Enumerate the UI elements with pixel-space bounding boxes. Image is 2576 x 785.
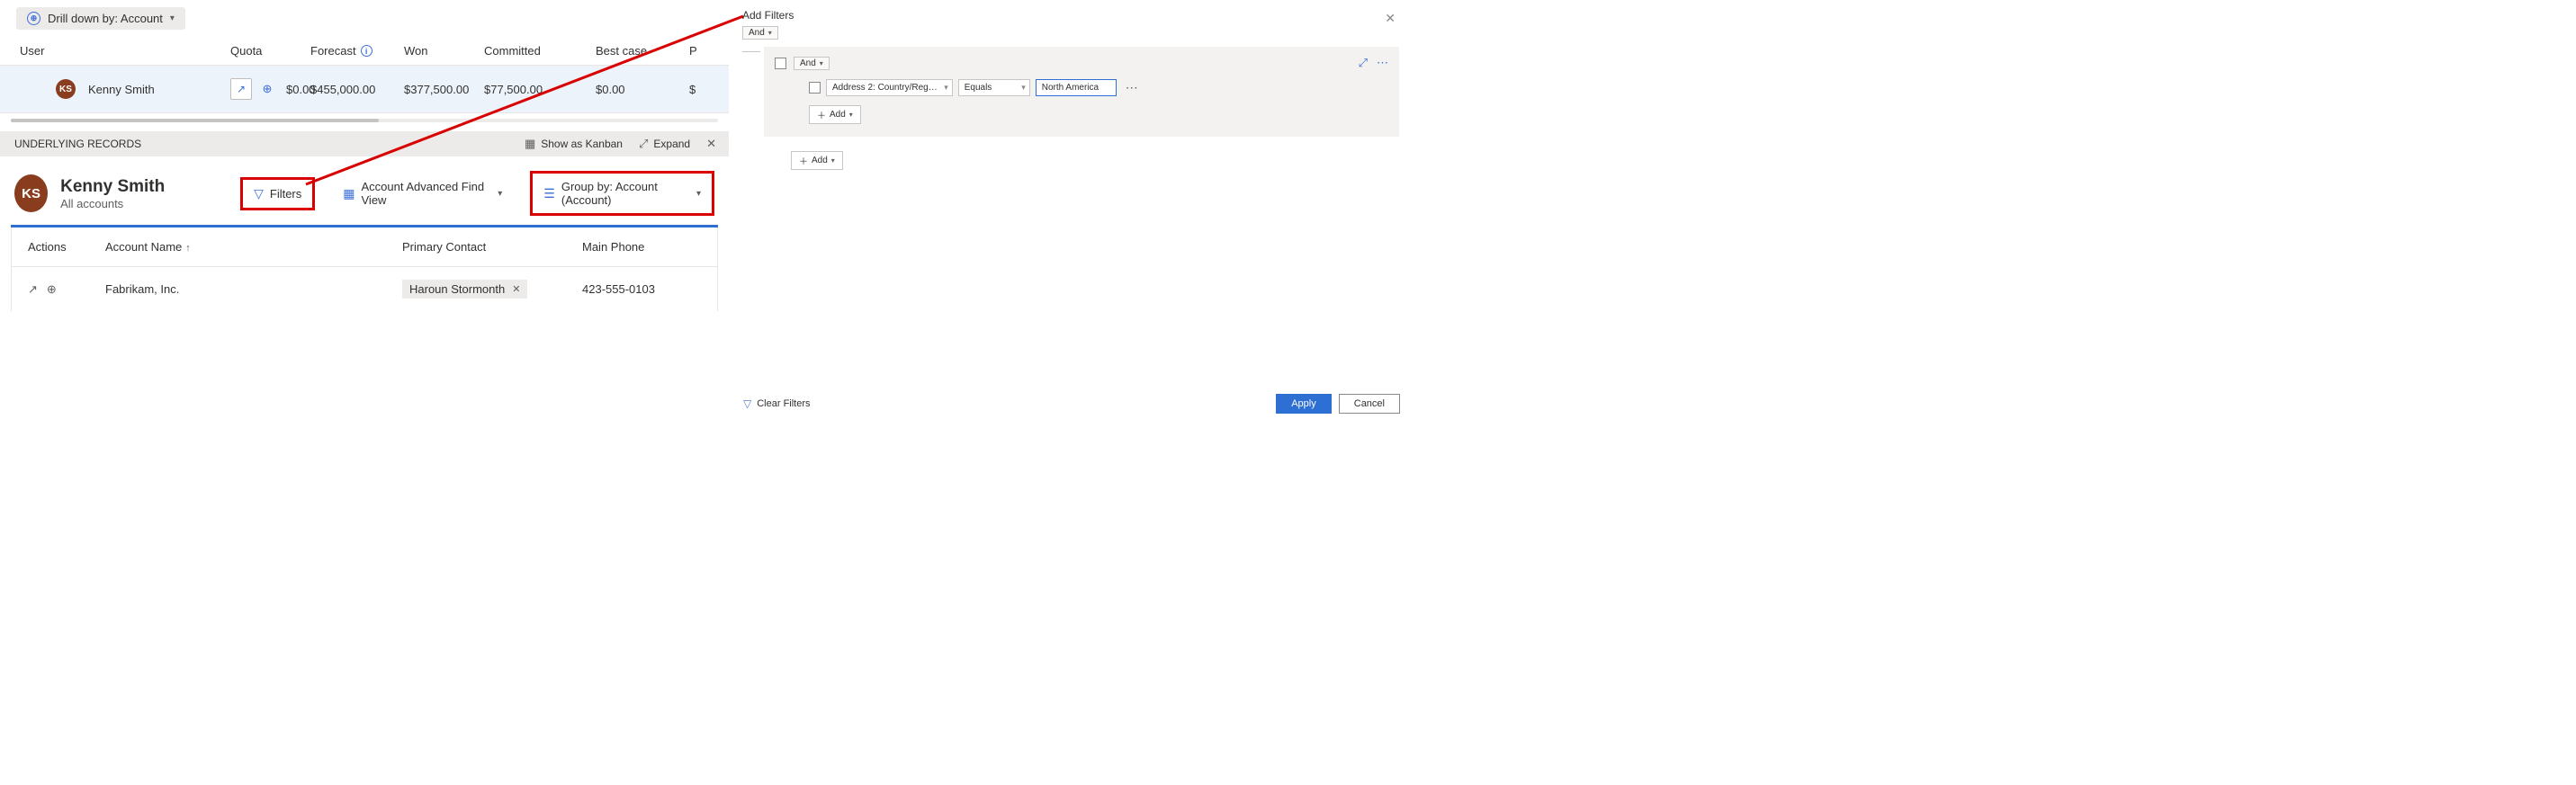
chevron-down-icon: ▾ [944, 83, 948, 93]
group-and-selector[interactable]: And ▾ [794, 57, 830, 70]
root-and-selector[interactable]: And ▾ [742, 26, 778, 40]
group-by-selector[interactable]: ☰ Group by: Account (Account) ▾ [530, 171, 714, 216]
filter-condition-row: Address 2: Country/Reg… ▾ Equals ▾ North… [809, 79, 1388, 96]
underlying-records-bar: UNDERLYING RECORDS ▦ Show as Kanban ⤢ Ex… [0, 131, 729, 156]
panel-footer: ▽ Clear Filters Apply Cancel [743, 394, 1400, 414]
grid-icon: ▦ [343, 186, 355, 201]
show-as-kanban-button[interactable]: ▦ Show as Kanban [525, 137, 623, 151]
drilldown-chip[interactable]: ⊕ Drill down by: Account ▾ [16, 7, 185, 30]
target-icon: ⊕ [27, 12, 40, 25]
th-phone[interactable]: Main Phone [582, 240, 744, 254]
forecast-grid-header: User Quota Forecast i Won Committed Best… [0, 37, 729, 65]
filter-icon: ▽ [254, 186, 264, 201]
underlying-title: UNDERLYING RECORDS [14, 138, 141, 150]
chevron-down-icon: ▾ [849, 111, 853, 119]
field-selector[interactable]: Address 2: Country/Reg… ▾ [826, 79, 953, 96]
col-bestcase: Best case [596, 44, 686, 58]
row-action-icons: ↗ ⊕ [28, 282, 105, 297]
col-committed: Committed [484, 44, 592, 58]
filters-button[interactable]: ▽ Filters [240, 177, 315, 210]
chevron-down-icon: ▾ [498, 189, 502, 199]
condition-checkbox[interactable] [809, 82, 821, 94]
panel-title: Add Filters [742, 9, 1399, 22]
add-condition-button[interactable]: ＋ Add ▾ [809, 105, 861, 124]
detail-name: Kenny Smith [60, 177, 222, 197]
scrollbar-thumb[interactable] [11, 119, 379, 122]
avatar: KS [56, 79, 76, 99]
drilldown-label: Drill down by: Account [48, 12, 163, 25]
cell-forecast: $455,000.00 [310, 83, 400, 96]
contact-pill[interactable]: Haroun Stormonth ✕ [402, 280, 527, 299]
plus-icon: ＋ [817, 108, 826, 121]
info-icon[interactable]: i [361, 45, 372, 57]
plus-icon: ＋ [799, 154, 808, 167]
forecast-row[interactable]: KS Kenny Smith ↗ ⊕ $0.00 $455,000.00 $37… [0, 65, 729, 113]
view-selector[interactable]: ▦ Account Advanced Find View ▾ [331, 173, 514, 214]
th-actions: Actions [28, 240, 105, 254]
share-icon[interactable]: ↗ [230, 78, 252, 100]
col-pipeline: P [689, 44, 716, 58]
col-forecast: Forecast i [310, 44, 400, 58]
detail-header: KS Kenny Smith All accounts ▽ Filters ▦ … [0, 156, 729, 225]
target-row-icon[interactable]: ⊕ [257, 79, 277, 99]
sort-asc-icon: ↑ [185, 243, 191, 254]
kanban-icon: ▦ [525, 137, 535, 151]
expand-button[interactable]: ⤢ Expand [639, 137, 690, 151]
cell-won: $377,500.00 [404, 83, 480, 96]
operator-selector[interactable]: Equals ▾ [958, 79, 1030, 96]
col-won: Won [404, 44, 480, 58]
chevron-down-icon: ▾ [820, 59, 823, 67]
row-actions: ↗ ⊕ $0.00 [230, 78, 316, 100]
connector-line [742, 51, 760, 52]
expand-icon: ⤢ [639, 137, 648, 151]
col-quota: Quota [230, 44, 307, 58]
user-name: Kenny Smith [88, 83, 155, 96]
add-icon[interactable]: ⊕ [47, 282, 57, 297]
cell-account: Fabrikam, Inc. [105, 282, 402, 296]
value-input[interactable]: North America [1036, 79, 1117, 96]
user-cell: KS Kenny Smith [20, 79, 227, 99]
records-table-row[interactable]: ↗ ⊕ Fabrikam, Inc. Haroun Stormonth ✕ 42… [11, 267, 718, 311]
collapse-icon[interactable]: ⤢ [1359, 56, 1368, 70]
close-icon[interactable]: ✕ [706, 137, 716, 151]
detail-subtitle: All accounts [60, 197, 222, 210]
apply-button[interactable]: Apply [1276, 394, 1332, 414]
detail-title-block: Kenny Smith All accounts [60, 177, 222, 210]
chevron-down-icon: ▾ [170, 13, 175, 23]
detail-avatar: KS [14, 174, 48, 212]
chevron-down-icon: ▾ [831, 156, 835, 165]
cancel-button[interactable]: Cancel [1339, 394, 1400, 414]
panel-close-icon[interactable]: ✕ [1385, 11, 1396, 26]
more-icon[interactable]: ⋯ [1377, 56, 1388, 70]
drilldown-bar: ⊕ Drill down by: Account ▾ [0, 0, 729, 37]
cell-phone: 423-555-0103 [582, 282, 744, 296]
clear-filter-icon: ▽ [743, 397, 751, 410]
remove-contact-icon[interactable]: ✕ [512, 283, 520, 295]
records-table-header: Actions Account Name↑ Primary Contact Ma… [11, 227, 718, 267]
open-icon[interactable]: ↗ [28, 282, 38, 297]
cell-committed: $77,500.00 [484, 83, 592, 96]
th-account[interactable]: Account Name↑ [105, 240, 402, 254]
forecast-pane: ⊕ Drill down by: Account ▾ User Quota Fo… [0, 0, 729, 311]
group-checkbox[interactable] [775, 58, 786, 69]
th-contact[interactable]: Primary Contact [402, 240, 582, 254]
chevron-down-icon: ▾ [696, 189, 701, 199]
cell-contact: Haroun Stormonth ✕ [402, 280, 582, 299]
add-filters-panel: Add Filters ✕ And ▾ And ▾ ⤢ ⋯ [742, 9, 1399, 170]
horizontal-scrollbar[interactable] [11, 119, 718, 122]
clear-filters-button[interactable]: ▽ Clear Filters [743, 397, 811, 410]
cell-pipeline: $ [689, 83, 716, 96]
condition-more-icon[interactable]: ⋯ [1126, 80, 1138, 95]
list-icon: ☰ [543, 186, 555, 201]
cell-bestcase: $0.00 [596, 83, 686, 96]
chevron-down-icon: ▾ [768, 29, 772, 37]
filter-group: And ▾ ⤢ ⋯ Address 2: Country/Reg… ▾ Equa… [764, 47, 1399, 137]
add-group-button[interactable]: ＋ Add ▾ [791, 151, 843, 170]
chevron-down-icon: ▾ [1021, 83, 1026, 93]
col-user: User [20, 44, 227, 58]
